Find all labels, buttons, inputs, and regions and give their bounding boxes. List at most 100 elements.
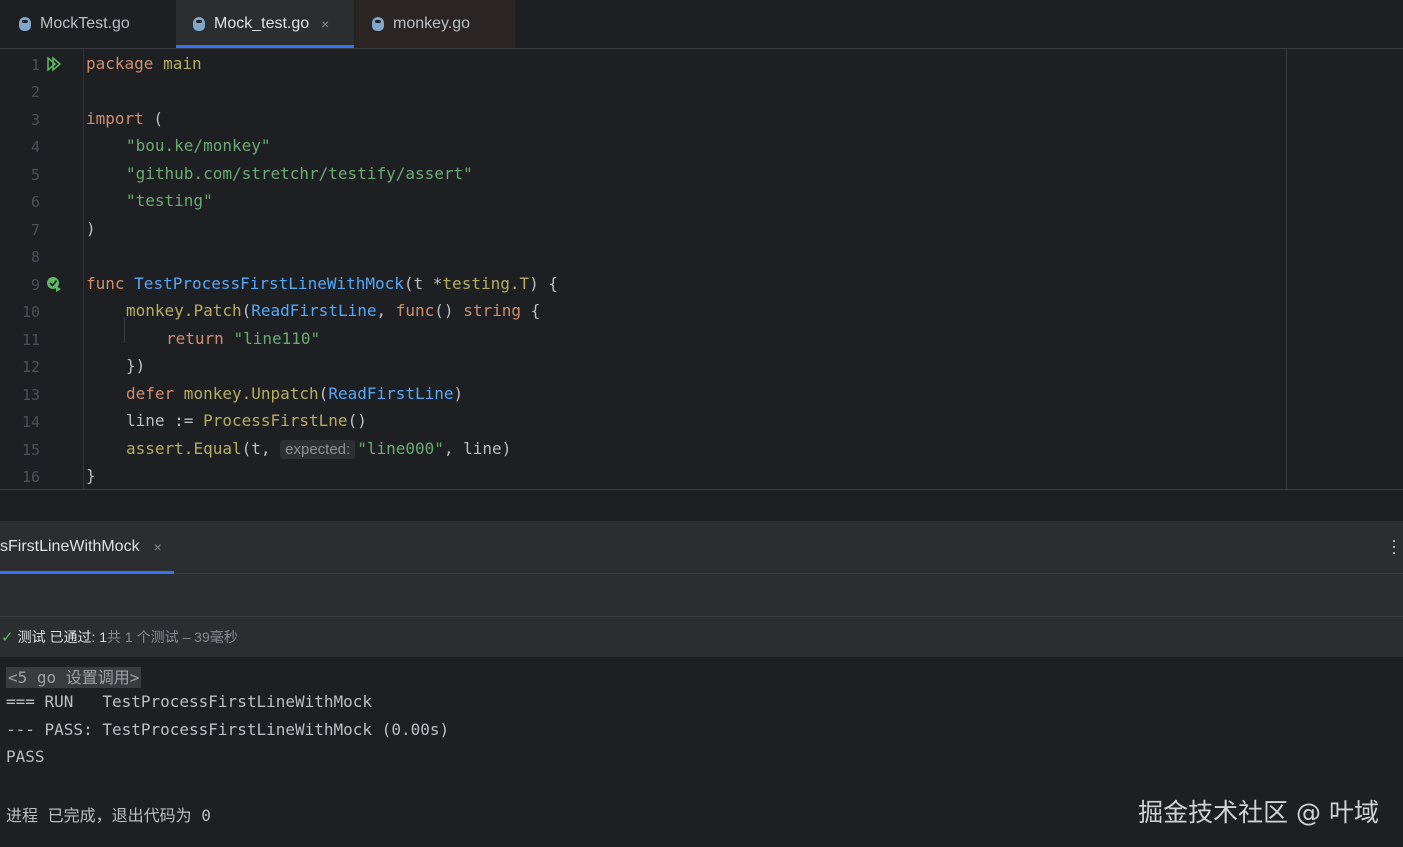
panel-splitter[interactable]: [0, 489, 1403, 522]
code-editor[interactable]: 1 2 3 4 5 6 7 8 9 10 11 12 13 14 15 16 p…: [0, 49, 1403, 489]
code-line-9: func TestProcessFirstLineWithMock(t *tes…: [86, 274, 558, 294]
line-number: 5: [30, 166, 40, 184]
active-tab-indicator: [176, 45, 354, 48]
parameter-hint: expected:: [280, 440, 356, 459]
tab-mocktest-go[interactable]: MockTest.go: [0, 0, 176, 48]
code-line-15: assert.Equal(t, expected: "line000", line…: [126, 439, 511, 460]
keyword: func: [395, 301, 435, 320]
right-margin-guide: [1286, 49, 1287, 489]
punct: }: [86, 466, 96, 485]
line-number: 14: [21, 413, 40, 431]
import-path: "testing": [126, 191, 213, 210]
function-name: TestProcessFirstLineWithMock: [134, 274, 404, 293]
punct: (t,: [241, 439, 281, 458]
tab-run-configuration[interactable]: sFirstLineWithMock ×: [0, 521, 174, 574]
tab-monkey-go[interactable]: monkey.go: [355, 0, 515, 48]
paren: (: [143, 109, 164, 128]
line-number: 9: [30, 276, 40, 294]
punct: (: [318, 384, 329, 403]
console-line: --- PASS: TestProcessFirstLineWithMock (…: [6, 720, 450, 739]
package-ref: monkey.: [174, 384, 252, 403]
line-number: 6: [30, 193, 40, 211]
indent-guide: [124, 317, 125, 343]
statement: line :=: [126, 411, 204, 430]
gopher-file-icon: [371, 16, 385, 32]
punct: (): [347, 411, 367, 430]
code-line-4: "bou.ke/monkey": [126, 136, 271, 156]
console-line: 进程 已完成，退出代码为 0: [6, 806, 211, 825]
method-call: Unpatch: [251, 384, 319, 403]
punct: (): [434, 301, 464, 320]
keyword: func: [86, 274, 125, 293]
line-number: 13: [21, 386, 40, 404]
line-number: 8: [30, 248, 40, 266]
line-number: 16: [21, 468, 40, 486]
run-gutter-icon[interactable]: [46, 56, 62, 72]
line-number: 10: [21, 303, 40, 321]
punct: (: [241, 301, 252, 320]
tab-label: monkey.go: [393, 15, 471, 32]
code-line-1: package main: [86, 54, 202, 74]
kebab-menu-icon[interactable]: · · ·: [1391, 531, 1397, 561]
line-number: 15: [21, 441, 40, 459]
close-icon[interactable]: ×: [154, 539, 162, 555]
method-call: Patch: [193, 301, 242, 320]
function-ref: ReadFirstLine: [328, 384, 454, 403]
test-passed-gutter-icon[interactable]: [46, 276, 62, 292]
import-path: "bou.ke/monkey": [126, 136, 271, 155]
tests-summary: 共 1 个测试 – 39毫秒: [107, 629, 238, 645]
line-number: 7: [30, 221, 40, 239]
keyword: return: [166, 329, 224, 348]
console-line: <5 go 设置调用>: [6, 664, 142, 688]
line-number: 3: [30, 111, 40, 129]
type-name: string: [463, 301, 521, 320]
punct: {: [520, 301, 541, 320]
gopher-file-icon: [18, 16, 32, 32]
code-line-7: ): [86, 219, 96, 239]
function-call: ProcessFirstLne: [203, 411, 348, 430]
run-toolbar: [0, 574, 1403, 617]
watermark: 掘金技术社区 @ 叶域: [1138, 798, 1379, 827]
punct: ): [453, 384, 464, 403]
tab-label: MockTest.go: [40, 15, 130, 32]
type-name: testing.T: [442, 274, 530, 293]
code-line-6: "testing": [126, 191, 213, 211]
keyword: defer: [126, 384, 175, 403]
code-line-13: defer monkey.Unpatch(ReadFirstLine): [126, 384, 463, 404]
keyword: package: [86, 54, 154, 73]
editor-tab-bar: MockTest.go Mock_test.go × monkey.go: [0, 0, 1403, 49]
code-line-12: }): [126, 356, 145, 376]
import-path: "github.com/stretchr/testify/assert": [126, 164, 473, 183]
string-literal: "line000": [357, 439, 444, 458]
tab-mock-test-go[interactable]: Mock_test.go ×: [176, 0, 354, 48]
line-number: 12: [21, 358, 40, 376]
function-ref: ReadFirstLine: [251, 301, 377, 320]
gopher-file-icon: [192, 16, 206, 32]
code-line-3: import (: [86, 109, 163, 129]
punct: , line): [443, 439, 512, 458]
console-line: === RUN TestProcessFirstLineWithMock: [6, 692, 373, 711]
punct: ,: [376, 301, 396, 320]
paren: ): [86, 219, 96, 238]
console-line: PASS: [6, 747, 45, 766]
tests-passed-label: 测试 已通过: 1: [17, 629, 108, 645]
package-name: main: [163, 54, 202, 73]
code-line-11: return "line110": [166, 329, 320, 349]
code-line-14: line := ProcessFirstLne(): [126, 411, 367, 431]
run-tool-window-header: sFirstLineWithMock × · · ·: [0, 521, 1403, 574]
tab-label: Mock_test.go: [214, 15, 310, 32]
line-number: 11: [21, 331, 40, 349]
run-tab-label: sFirstLineWithMock: [0, 538, 140, 555]
code-line-16: }: [86, 466, 96, 486]
punct: }): [126, 356, 146, 375]
check-icon: ✓: [1, 629, 14, 646]
test-status-row: ✓ 测试 已通过: 1 共 1 个测试 – 39毫秒: [0, 617, 1403, 657]
keyword: import: [86, 109, 144, 128]
method-call: Equal: [193, 439, 242, 458]
package-ref: monkey.: [126, 301, 194, 320]
line-number: 4: [30, 138, 40, 156]
close-icon[interactable]: ×: [321, 16, 329, 32]
params: (t *: [403, 274, 443, 293]
command-fold[interactable]: <5 go 设置调用>: [6, 667, 142, 688]
code-line-10: monkey.Patch(ReadFirstLine, func() strin…: [126, 301, 540, 321]
